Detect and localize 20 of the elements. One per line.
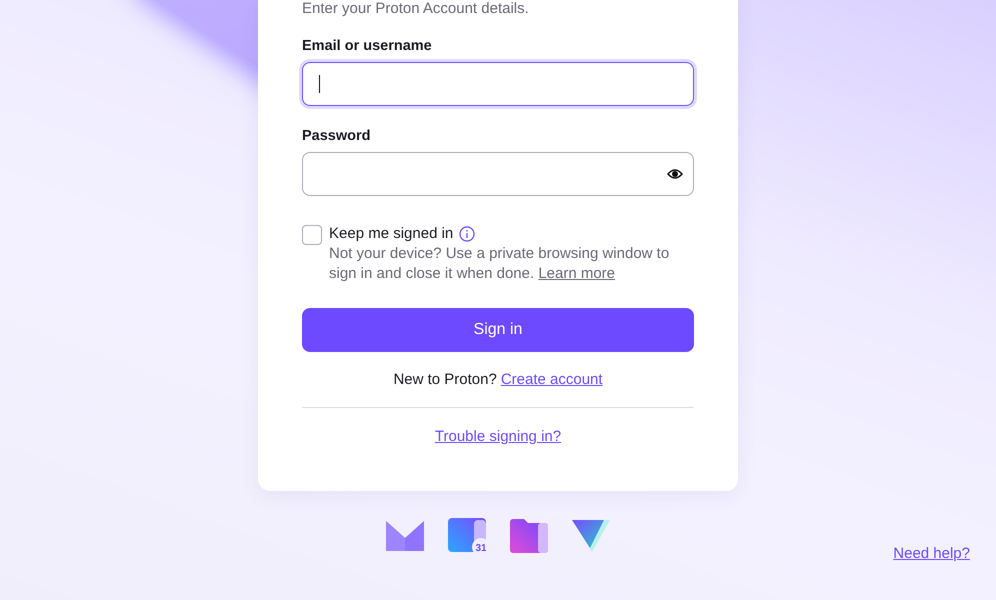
subtitle: Enter your Proton Account details. bbox=[302, 0, 530, 18]
mail-app-icon[interactable] bbox=[386, 518, 424, 554]
field-label: Password bbox=[302, 127, 372, 146]
signup-prompt: New to Proton? bbox=[393, 370, 497, 390]
vpn-app-icon[interactable] bbox=[572, 518, 610, 554]
keep-signed-in-checkbox[interactable] bbox=[302, 225, 322, 245]
field-label: Email or username bbox=[302, 37, 433, 56]
date-number: 31 bbox=[475, 543, 486, 554]
create-account-link[interactable]: Create account bbox=[500, 370, 603, 390]
privacy-hint: Not your device? Use a private browsing window to sign in and close it when done. Learn more bbox=[329, 244, 670, 284]
email-field[interactable] bbox=[302, 62, 694, 106]
checkbox-label: Keep me signed in bbox=[329, 224, 454, 244]
folder-app-icon[interactable] bbox=[510, 518, 548, 554]
learn-more-link[interactable]: Learn more bbox=[538, 265, 616, 282]
info-icon[interactable] bbox=[459, 226, 476, 242]
password-field[interactable] bbox=[302, 152, 694, 196]
trouble-signing-in-link[interactable]: Trouble signing in? bbox=[434, 427, 562, 447]
need-help-link[interactable]: Need help? bbox=[893, 544, 970, 564]
calendar-app-icon[interactable]: 31 bbox=[448, 518, 486, 554]
sign-in-button[interactable]: Sign in bbox=[302, 308, 694, 352]
